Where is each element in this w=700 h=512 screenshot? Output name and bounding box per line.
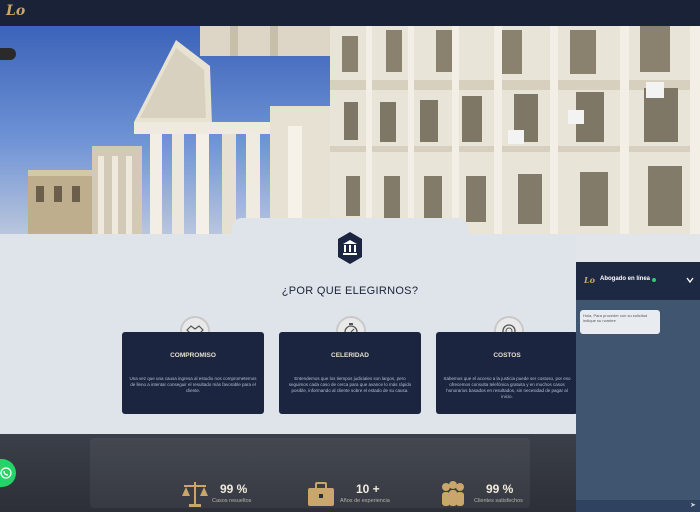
card-costos: COSTOS Sabemos que el acceso a la justic… — [436, 332, 578, 414]
chat-message: Hola, Para proceder con su solicitud ind… — [580, 310, 660, 334]
stat-clientes: 99 % Clientes satisfechos — [438, 478, 558, 512]
briefcase-icon — [308, 482, 334, 506]
stat-label: Casos resueltos — [212, 498, 252, 504]
card-compromiso: COMPROMISO Una vez que una causa ingresa… — [122, 332, 264, 414]
why-title: ¿POR QUE ELEGIRNOS? — [281, 285, 419, 297]
people-icon — [442, 481, 464, 506]
scales-icon — [182, 482, 208, 507]
card-body: Una vez que una causa ingresa al estudio… — [129, 376, 257, 393]
whatsapp-icon — [0, 467, 12, 479]
courthouse-illustration — [28, 26, 700, 234]
chat-avatar: Lo — [584, 275, 595, 285]
stat-value: 99 % — [486, 482, 514, 496]
stat-label: Clientes satisfechos — [474, 498, 523, 504]
chat-widget[interactable]: Lo Abogado en línea Hola, Para proceder … — [576, 262, 700, 512]
card-body: Entendemos que los tiempos judiciales so… — [288, 376, 412, 393]
card-celeridad: CELERIDAD Entendemos que los tiempos jud… — [279, 332, 421, 414]
stat-casos: 99 % Casos resueltos — [180, 478, 290, 512]
stat-value: 10 + — [356, 482, 380, 496]
hero-image — [0, 26, 700, 234]
send-icon[interactable]: ➤ — [690, 502, 698, 510]
card-body: Sabemos que el acceso a la justicia pued… — [443, 376, 571, 399]
chat-agent-name: Abogado en línea — [600, 276, 651, 282]
card-title: CELERIDAD — [331, 352, 369, 359]
camera-icon — [0, 48, 16, 60]
online-status-dot — [652, 278, 656, 282]
courthouse-emblem-icon — [338, 232, 362, 264]
chat-header[interactable]: Lo Abogado en línea — [576, 262, 700, 300]
card-title: COMPROMISO — [170, 352, 216, 359]
stat-value: 99 % — [220, 482, 248, 496]
chat-input-bar[interactable]: ➤ — [576, 500, 700, 512]
stat-experiencia: 10 + Años de experiencia — [306, 478, 416, 512]
chevron-down-icon[interactable] — [686, 276, 694, 284]
top-navbar: Lo — [0, 0, 700, 26]
card-title: COSTOS — [493, 352, 521, 359]
stat-label: Años de experiencia — [340, 498, 390, 504]
site-logo[interactable]: Lo — [6, 3, 28, 21]
